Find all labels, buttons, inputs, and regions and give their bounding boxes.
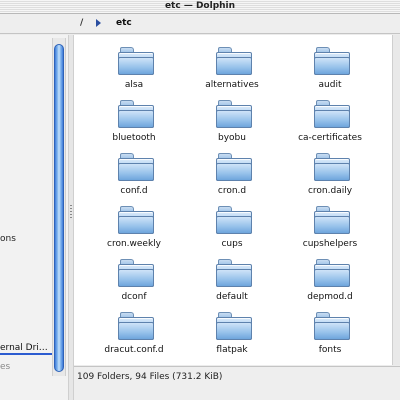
folder-icon (118, 259, 154, 287)
file-item[interactable]: cron.d (184, 149, 280, 199)
file-name: alsa (124, 80, 144, 90)
file-view[interactable]: alsa alternatives audit bluetooth byobu ca-ce… (74, 35, 400, 365)
window-title: etc — Dolphin (164, 1, 236, 11)
folder-icon (314, 259, 350, 287)
folder-icon (216, 206, 252, 234)
file-name: cupshelpers (302, 239, 358, 249)
folder-icon (314, 100, 350, 128)
folder-icon (216, 259, 252, 287)
file-item[interactable]: cupshelpers (282, 202, 378, 252)
folder-icon (216, 312, 252, 340)
folder-icon (216, 47, 252, 75)
file-name: cups (221, 239, 243, 249)
file-item[interactable]: depmod.d (282, 255, 378, 305)
file-item[interactable]: audit (282, 43, 378, 93)
status-bar: 109 Folders, 94 Files (731.2 KiB) (74, 366, 400, 400)
file-name: bluetooth (112, 133, 156, 143)
breadcrumb-root[interactable]: / (80, 18, 83, 28)
file-name: cron.d (217, 186, 247, 196)
status-summary: 109 Folders, 94 Files (731.2 KiB) (77, 372, 223, 382)
folder-icon (314, 312, 350, 340)
folder-icon (216, 100, 252, 128)
file-item[interactable]: dconf (86, 255, 182, 305)
file-item[interactable]: fonts (282, 308, 378, 358)
breadcrumb-arrow-icon[interactable] (96, 19, 101, 27)
file-item[interactable]: alternatives (184, 43, 280, 93)
file-item[interactable]: cron.weekly (86, 202, 182, 252)
file-name: cron.daily (307, 186, 353, 196)
breadcrumb-current[interactable]: etc (116, 18, 132, 28)
file-name: fonts (318, 345, 342, 355)
folder-icon (314, 153, 350, 181)
file-name: cron.weekly (107, 239, 161, 249)
file-name: audit (318, 80, 342, 90)
folder-icon (118, 100, 154, 128)
title-bar[interactable]: etc — Dolphin (0, 0, 400, 14)
file-item[interactable]: conf.d (86, 149, 182, 199)
file-name: default (216, 292, 248, 302)
file-name: dconf (121, 292, 147, 302)
file-item[interactable]: dracut.conf.d (86, 308, 182, 358)
file-name: conf.d (120, 186, 148, 196)
places-item-label: ernal Dri… (0, 343, 48, 353)
file-name: ca-certificates (298, 133, 362, 143)
file-item[interactable]: default (184, 255, 280, 305)
file-name: depmod.d (307, 292, 353, 302)
places-item-partial[interactable]: ons (0, 234, 16, 244)
places-item-external-drive[interactable]: ernal Dri… (0, 341, 52, 355)
file-name: byobu (218, 133, 246, 143)
file-item[interactable]: flatpak (184, 308, 280, 358)
splitter-grip-icon (70, 205, 72, 219)
folder-icon (118, 206, 154, 234)
folder-icon (216, 153, 252, 181)
file-name: flatpak (216, 345, 248, 355)
file-view-scrollbar[interactable] (392, 35, 400, 365)
file-item[interactable]: byobu (184, 96, 280, 146)
file-item[interactable]: cups (184, 202, 280, 252)
places-scrollbar-thumb[interactable] (54, 44, 64, 372)
file-item[interactable]: cron.daily (282, 149, 378, 199)
file-item[interactable]: ca-certificates (282, 96, 378, 146)
folder-icon (118, 312, 154, 340)
dolphin-window: etc — Dolphin / etc ons ernal Dri… es al… (0, 0, 400, 400)
folder-icon (118, 153, 154, 181)
file-name: dracut.conf.d (104, 345, 164, 355)
file-name: alternatives (205, 80, 259, 90)
file-item[interactable]: bluetooth (86, 96, 182, 146)
folder-icon (118, 47, 154, 75)
location-bar: / etc (0, 14, 400, 34)
folder-icon (314, 206, 350, 234)
places-item-dim[interactable]: es (0, 362, 10, 372)
file-item[interactable]: alsa (86, 43, 182, 93)
folder-icon (314, 47, 350, 75)
